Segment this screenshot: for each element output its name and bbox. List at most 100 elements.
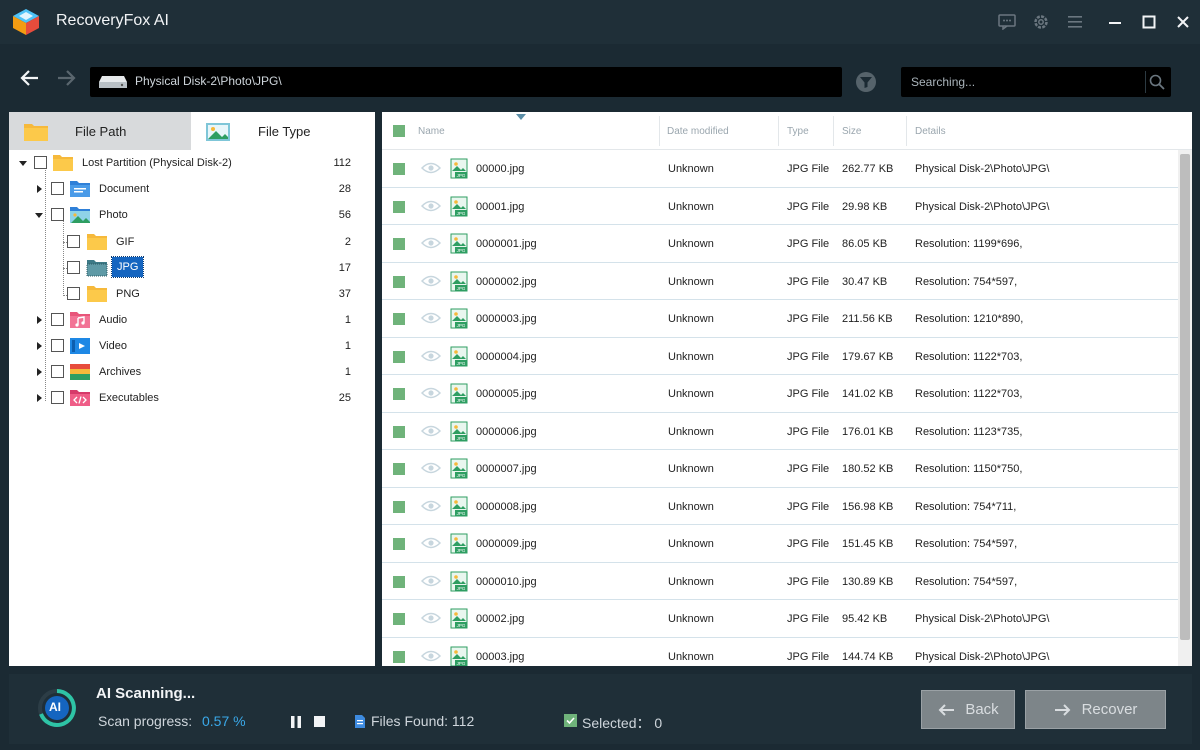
minimize-button[interactable]	[1098, 5, 1132, 39]
tree-checkbox[interactable]	[51, 365, 64, 378]
tree-item-lost-partition[interactable]: Lost Partition (Physical Disk-2) 112	[9, 150, 375, 176]
select-all-checkbox[interactable]	[393, 125, 405, 137]
row-checkbox[interactable]	[393, 500, 405, 513]
expand-arrow-icon[interactable]	[34, 367, 44, 377]
table-row[interactable]: JPG 0000003.jpg Unknown JPG File 211.56 KB Re…	[382, 300, 1178, 338]
table-row[interactable]: JPG 0000001.jpg Unknown JPG File 86.05 KB Res…	[382, 225, 1178, 263]
row-checkbox[interactable]	[393, 575, 405, 588]
row-checkbox[interactable]	[393, 463, 405, 475]
row-checkbox[interactable]	[393, 313, 405, 325]
row-checkbox[interactable]	[393, 388, 405, 400]
file-type: JPG File	[787, 163, 830, 175]
table-row[interactable]: JPG 00000.jpg Unknown JPG File 262.77 KB Phys…	[382, 150, 1178, 188]
tab-file-type[interactable]: File Type	[191, 112, 375, 150]
tab-file-path[interactable]: File Path	[9, 112, 191, 150]
collapse-arrow-icon[interactable]	[18, 158, 28, 168]
tree-item-png[interactable]: PNG 37	[9, 281, 375, 307]
tree-checkbox[interactable]	[51, 391, 64, 404]
column-header-size[interactable]: Size	[842, 126, 861, 137]
row-checkbox[interactable]	[393, 425, 405, 438]
nav-forward-button[interactable]	[54, 68, 80, 90]
preview-eye-icon[interactable]	[421, 236, 441, 250]
file-list-panel: Name Date modified Type Size Details JPG…	[382, 112, 1192, 666]
preview-eye-icon[interactable]	[421, 424, 441, 438]
file-date: Unknown	[668, 350, 714, 363]
row-checkbox[interactable]	[393, 350, 405, 363]
table-row[interactable]: JPG 0000005.jpg Unknown JPG File 141.02 KB Re…	[382, 375, 1178, 413]
filter-button[interactable]	[854, 70, 878, 94]
pause-button[interactable]	[290, 716, 302, 728]
row-checkbox[interactable]	[393, 200, 405, 213]
preview-eye-icon[interactable]	[421, 499, 441, 513]
tree-checkbox[interactable]	[51, 339, 64, 352]
preview-eye-icon[interactable]	[421, 311, 441, 325]
preview-eye-icon[interactable]	[421, 199, 441, 213]
row-checkbox[interactable]	[393, 538, 405, 550]
tree-checkbox[interactable]	[67, 261, 80, 274]
tree-checkbox[interactable]	[67, 235, 80, 248]
table-row[interactable]: JPG 0000008.jpg Unknown JPG File 156.98 KB Re…	[382, 488, 1178, 525]
row-checkbox[interactable]	[393, 275, 405, 288]
preview-eye-icon[interactable]	[421, 349, 441, 363]
preview-eye-icon[interactable]	[421, 386, 441, 400]
table-row[interactable]: JPG 0000009.jpg Unknown JPG File 151.45 KB Re…	[382, 525, 1178, 563]
feedback-icon[interactable]	[990, 5, 1024, 39]
tree-checkbox[interactable]	[34, 156, 47, 169]
column-header-details[interactable]: Details	[915, 126, 946, 137]
menu-icon[interactable]	[1058, 5, 1092, 39]
expand-arrow-icon[interactable]	[34, 393, 44, 403]
tree-checkbox[interactable]	[51, 313, 64, 326]
table-row[interactable]: JPG 0000004.jpg Unknown JPG File 179.67 KB Re…	[382, 338, 1178, 375]
search-button[interactable]	[1145, 71, 1167, 93]
stop-button[interactable]	[314, 716, 325, 727]
preview-eye-icon[interactable]	[421, 274, 441, 288]
preview-eye-icon[interactable]	[421, 649, 441, 663]
tree-item-executables[interactable]: Executables 25	[9, 385, 375, 411]
tree-item-video[interactable]: Video 1	[9, 333, 375, 359]
table-row[interactable]: JPG 0000010.jpg Unknown JPG File 130.89 KB Re…	[382, 563, 1178, 600]
tree-item-archives[interactable]: Archives 1	[9, 359, 375, 385]
table-row[interactable]: JPG 00003.jpg Unknown JPG File 144.74 KB Phys…	[382, 638, 1178, 666]
column-header-date[interactable]: Date modified	[667, 126, 729, 137]
column-header-type[interactable]: Type	[787, 126, 809, 137]
back-button[interactable]: Back	[921, 690, 1015, 729]
svg-text:JPG: JPG	[457, 173, 466, 178]
vertical-scrollbar[interactable]	[1178, 150, 1192, 666]
tree-item-gif[interactable]: GIF 2	[9, 229, 375, 255]
row-checkbox[interactable]	[393, 650, 405, 663]
path-bar[interactable]: Physical Disk-2\Photo\JPG\	[90, 67, 842, 97]
row-checkbox[interactable]	[393, 163, 405, 175]
tree-item-photo[interactable]: Photo 56	[9, 202, 375, 228]
preview-eye-icon[interactable]	[421, 161, 441, 175]
file-details: Resolution: 1150*750,	[915, 463, 1023, 475]
table-row[interactable]: JPG 0000006.jpg Unknown JPG File 176.01 KB Re…	[382, 413, 1178, 450]
expand-arrow-icon[interactable]	[34, 184, 44, 194]
scrollbar-thumb[interactable]	[1180, 154, 1190, 640]
close-button[interactable]	[1166, 5, 1200, 39]
maximize-button[interactable]	[1132, 5, 1166, 39]
gear-icon[interactable]	[1024, 5, 1058, 39]
recover-button[interactable]: Recover	[1025, 690, 1166, 729]
tree-checkbox[interactable]	[51, 182, 64, 195]
column-header-name[interactable]: Name	[418, 126, 445, 137]
collapse-arrow-icon[interactable]	[34, 210, 44, 220]
preview-eye-icon[interactable]	[421, 461, 441, 475]
table-row[interactable]: JPG 0000007.jpg Unknown JPG File 180.52 KB Re…	[382, 450, 1178, 488]
search-input[interactable]	[901, 67, 1139, 97]
row-checkbox[interactable]	[393, 613, 405, 625]
nav-back-button[interactable]	[18, 68, 44, 90]
table-row[interactable]: JPG 00002.jpg Unknown JPG File 95.42 KB Physi…	[382, 600, 1178, 638]
table-row[interactable]: JPG 00001.jpg Unknown JPG File 29.98 KB Physi…	[382, 188, 1178, 225]
tree-item-audio[interactable]: Audio 1	[9, 307, 375, 333]
table-row[interactable]: JPG 0000002.jpg Unknown JPG File 30.47 KB Res…	[382, 263, 1178, 300]
tree-item-jpg[interactable]: JPG 17	[9, 255, 375, 281]
tree-checkbox[interactable]	[67, 287, 80, 300]
tree-checkbox[interactable]	[51, 208, 64, 221]
preview-eye-icon[interactable]	[421, 611, 441, 625]
row-checkbox[interactable]	[393, 238, 405, 250]
tree-item-document[interactable]: Document 28	[9, 176, 375, 202]
expand-arrow-icon[interactable]	[34, 341, 44, 351]
preview-eye-icon[interactable]	[421, 536, 441, 550]
preview-eye-icon[interactable]	[421, 574, 441, 588]
expand-arrow-icon[interactable]	[34, 315, 44, 325]
